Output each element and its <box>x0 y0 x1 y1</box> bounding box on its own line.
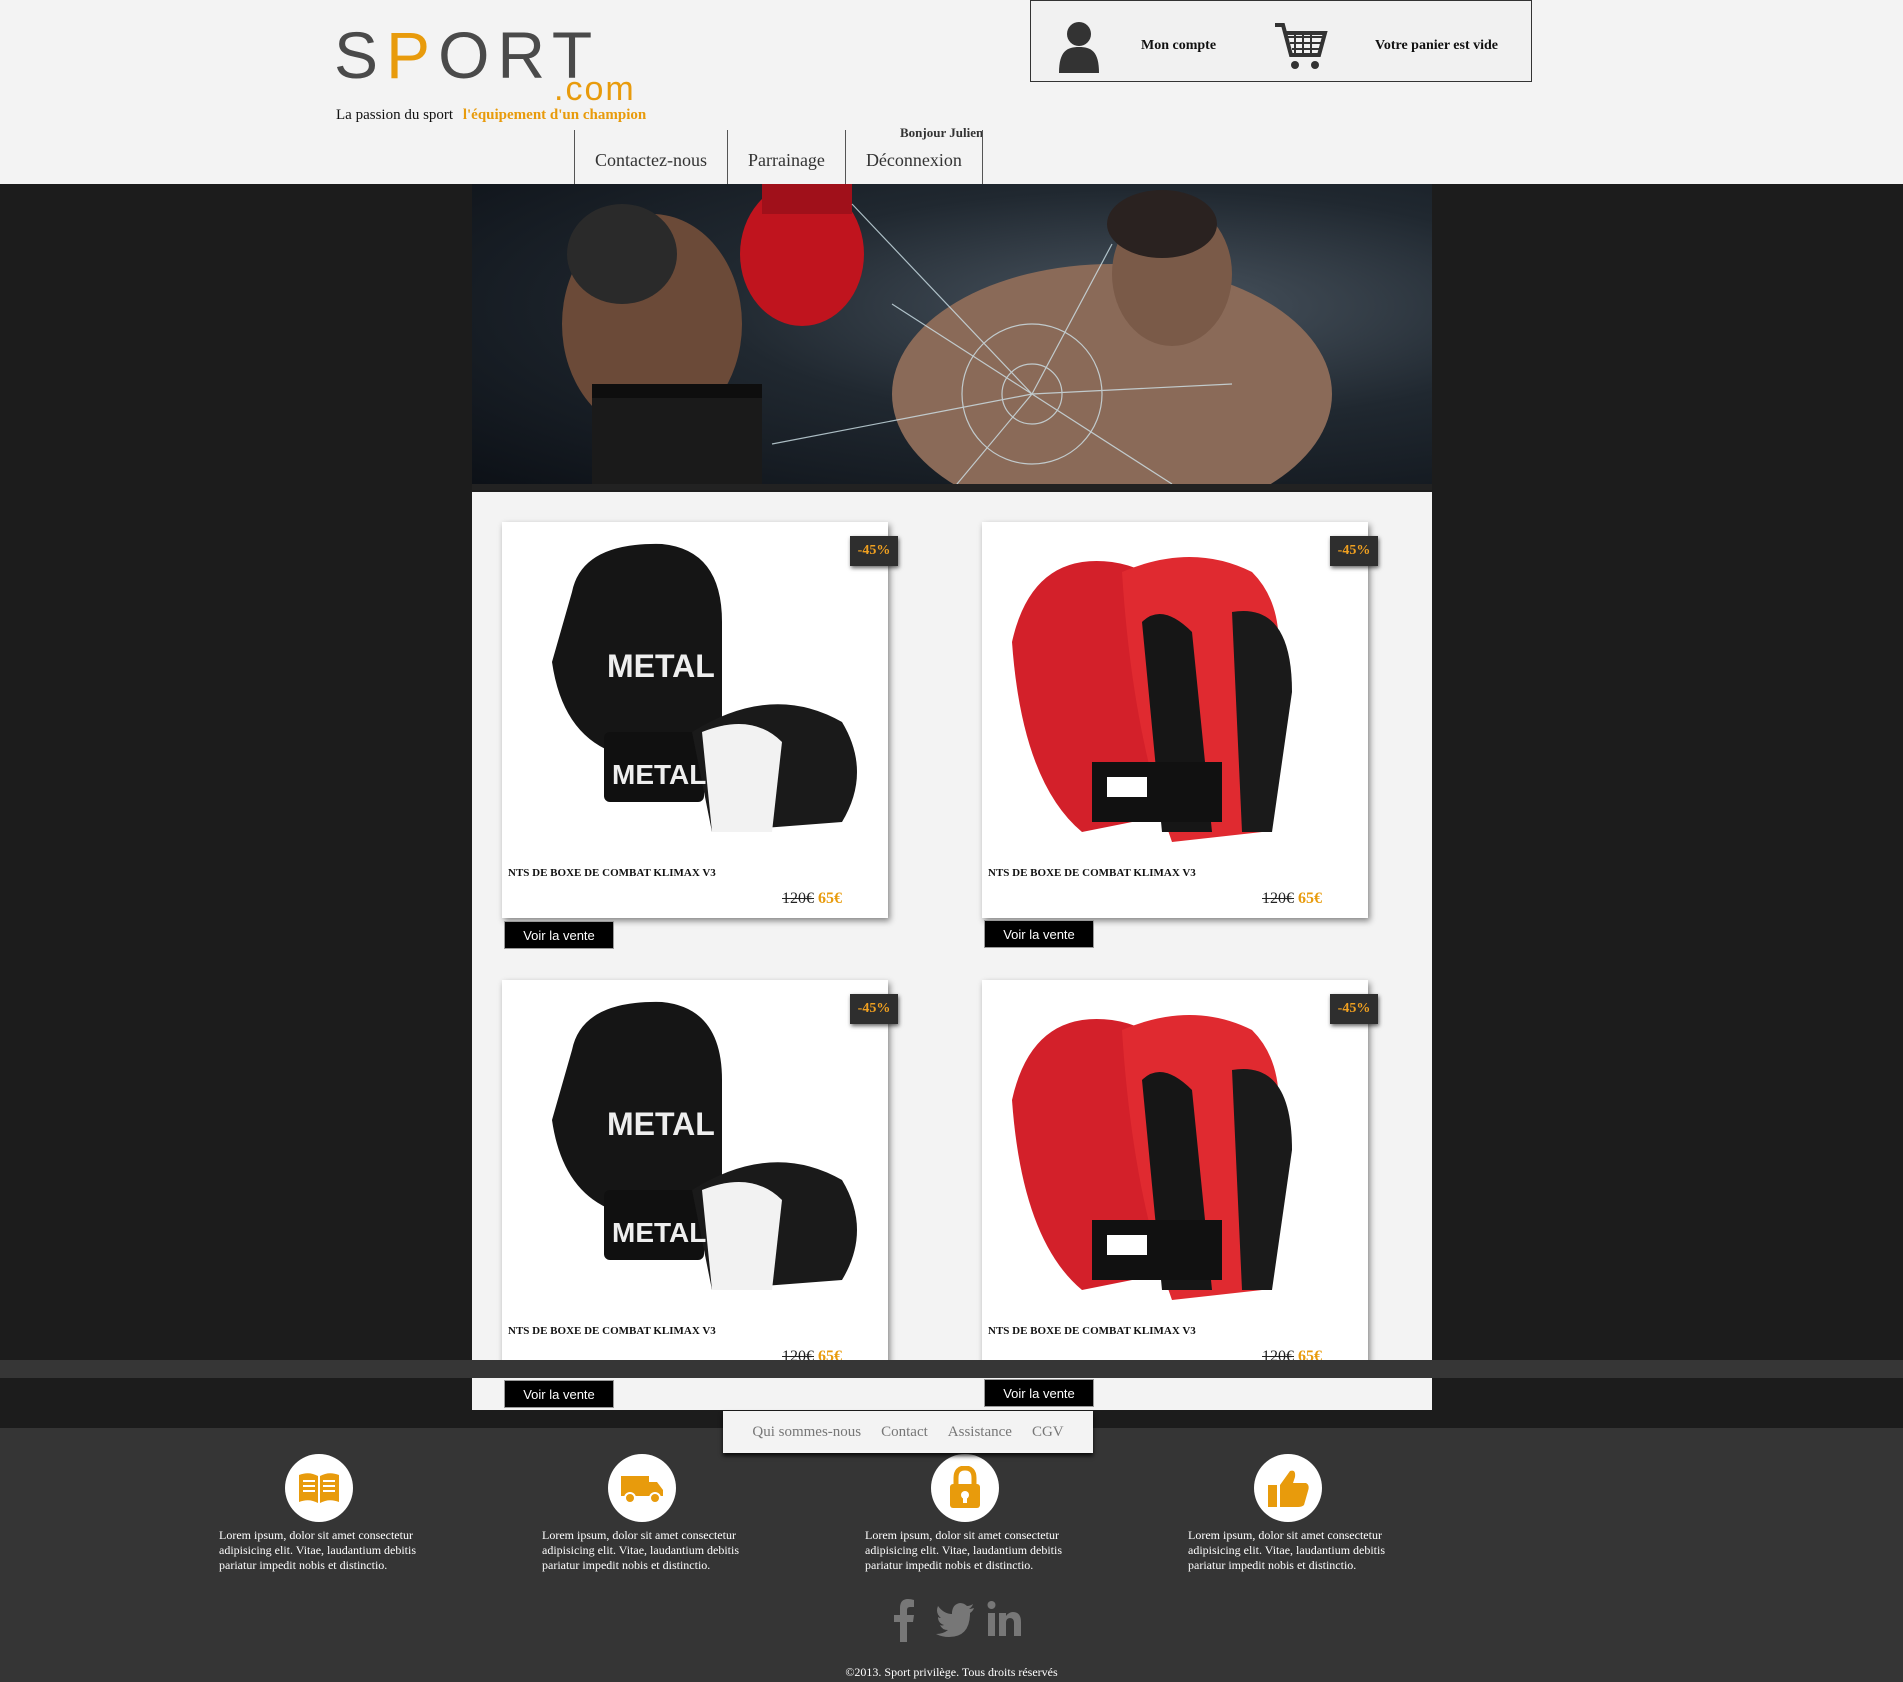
footer-link-about[interactable]: Qui sommes-nous <box>752 1424 861 1441</box>
svg-text:METAL: METAL <box>607 1106 715 1142</box>
tagline-main: La passion du sport <box>336 107 454 123</box>
facebook-icon[interactable] <box>886 1598 922 1642</box>
old-price: 120€ <box>782 890 814 907</box>
feature-text: Lorem ipsum, dolor sit amet consectetur … <box>865 1528 1063 1572</box>
hero-banner <box>472 184 1432 490</box>
product-name: NTS DE BOXE DE COMBAT KLIMAX V3 <box>988 867 1196 879</box>
feature-text: Lorem ipsum, dolor sit amet consectetur … <box>542 1528 740 1572</box>
copyright: ©2013. Sport privilège. Tous droits rése… <box>845 1665 1058 1679</box>
footer-link-cgv[interactable]: CGV <box>1032 1424 1064 1441</box>
product-price: 120€ 65€ <box>1262 890 1322 908</box>
discount-badge: -45% <box>1330 536 1378 566</box>
product-card[interactable]: METAL METAL -45% NTS DE BOXE DE COMBAT K… <box>502 522 898 918</box>
user-icon[interactable] <box>1057 19 1101 73</box>
nav-contact[interactable]: Contactez-nous <box>574 130 727 184</box>
feature-block: Lorem ipsum, dolor sit amet consectetur … <box>219 1454 429 1573</box>
footer-link-assistance[interactable]: Assistance <box>948 1424 1012 1441</box>
discount-badge: -45% <box>850 536 898 566</box>
tagline-accent: l'équipement d'un champion <box>462 107 647 123</box>
footer-link-contact[interactable]: Contact <box>881 1424 928 1441</box>
view-sale-button[interactable]: Voir la vente <box>984 920 1094 948</box>
divider-strip <box>0 1360 1903 1378</box>
discount-badge: -45% <box>850 994 898 1024</box>
product-image[interactable]: METAL METAL <box>512 532 878 862</box>
view-sale-button[interactable]: Voir la vente <box>504 1380 614 1408</box>
nav-parrainage[interactable]: Parrainage <box>726 130 845 184</box>
button-row <box>472 1378 1432 1410</box>
product-card[interactable]: METAL METAL -45% NTS DE BOXE DE COMBAT K… <box>502 980 898 1376</box>
view-sale-button[interactable]: Voir la vente <box>984 1379 1094 1407</box>
product-name: NTS DE BOXE DE COMBAT KLIMAX V3 <box>508 867 716 879</box>
product-image[interactable] <box>992 532 1358 862</box>
nav-logout[interactable]: Déconnexion <box>844 130 983 184</box>
logo-suffix: .com <box>554 70 636 108</box>
account-box: Mon compte Votre panier est vide <box>1030 0 1532 82</box>
svg-text:METAL: METAL <box>612 1217 706 1248</box>
thumbs-up-icon <box>1254 1454 1322 1522</box>
black-glove-image: METAL METAL <box>552 1001 857 1290</box>
tagline: La passion du sport l'équipement d'un ch… <box>336 107 646 124</box>
footer-links: Qui sommes-nous Contact Assistance CGV <box>723 1411 1093 1453</box>
red-glove-image <box>1012 1015 1292 1300</box>
svg-text:METAL: METAL <box>612 759 706 790</box>
product-image[interactable]: METAL METAL <box>512 990 878 1320</box>
feature-block: Lorem ipsum, dolor sit amet consectetur … <box>1188 1454 1398 1573</box>
feature-text: Lorem ipsum, dolor sit amet consectetur … <box>1188 1528 1386 1572</box>
product-name: NTS DE BOXE DE COMBAT KLIMAX V3 <box>508 1325 716 1337</box>
product-name: NTS DE BOXE DE COMBAT KLIMAX V3 <box>988 1325 1196 1337</box>
svg-text:METAL: METAL <box>607 648 715 684</box>
book-icon <box>285 1454 353 1522</box>
linkedin-icon[interactable] <box>986 1598 1022 1642</box>
feature-block: Lorem ipsum, dolor sit amet consectetur … <box>542 1454 752 1573</box>
site-header: SPORT .com La passion du sport l'équipem… <box>0 0 1903 184</box>
red-glove-image <box>1012 557 1292 842</box>
truck-icon <box>608 1454 676 1522</box>
social-links <box>886 1598 1022 1642</box>
feature-block: Lorem ipsum, dolor sit amet consectetur … <box>865 1454 1075 1573</box>
main-nav: Contactez-nous Parrainage Déconnexion <box>574 130 983 184</box>
cart-status[interactable]: Votre panier est vide <box>1375 38 1498 54</box>
lock-icon <box>931 1454 999 1522</box>
product-price: 120€ 65€ <box>782 890 842 908</box>
boxing-banner-image <box>472 184 1432 490</box>
account-link[interactable]: Mon compte <box>1141 38 1216 54</box>
new-price: 65€ <box>1298 890 1322 907</box>
black-glove-image: METAL METAL <box>552 543 857 832</box>
product-card[interactable]: -45% NTS DE BOXE DE COMBAT KLIMAX V3 120… <box>982 522 1378 918</box>
new-price: 65€ <box>818 890 842 907</box>
cart-icon[interactable] <box>1273 19 1329 73</box>
product-card[interactable]: -45% NTS DE BOXE DE COMBAT KLIMAX V3 120… <box>982 980 1378 1376</box>
view-sale-button[interactable]: Voir la vente <box>504 921 614 949</box>
product-image[interactable] <box>992 990 1358 1320</box>
discount-badge: -45% <box>1330 994 1378 1024</box>
twitter-icon[interactable] <box>936 1598 974 1642</box>
feature-text: Lorem ipsum, dolor sit amet consectetur … <box>219 1528 417 1572</box>
old-price: 120€ <box>1262 890 1294 907</box>
